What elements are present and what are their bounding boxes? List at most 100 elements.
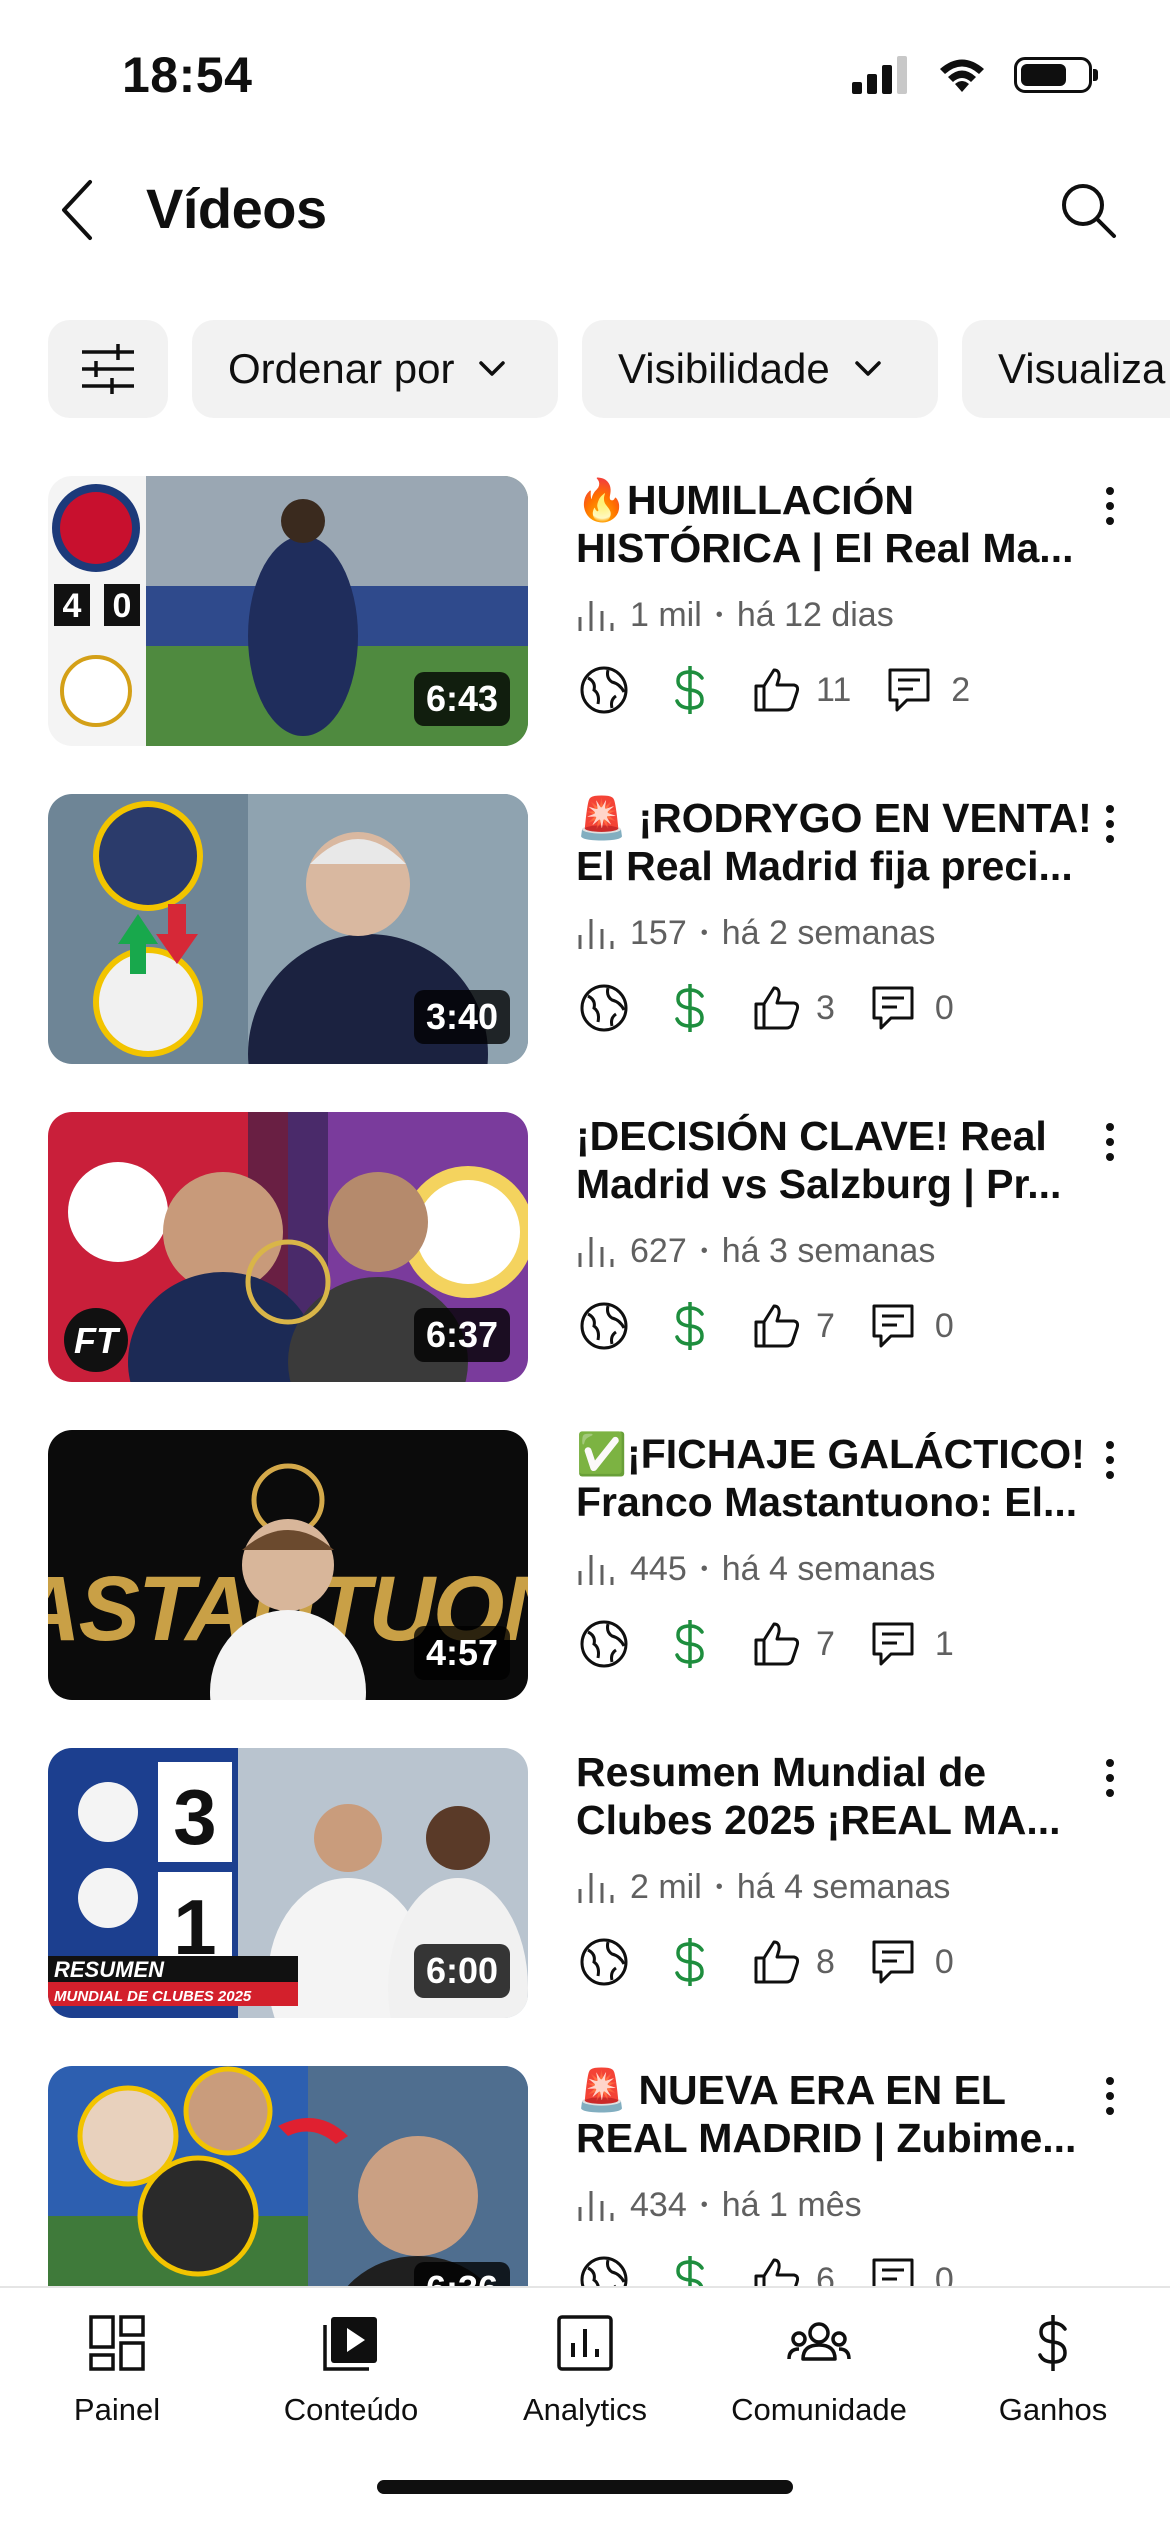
community-icon — [784, 2308, 854, 2378]
filter-settings-button[interactable] — [48, 320, 168, 418]
video-thumbnail[interactable]: 3 1 RESUMEN MUNDIAL DE CLUBES 2025 6:00 — [48, 1748, 528, 2018]
video-stats: 7 0 — [576, 1298, 1096, 1354]
monetization-icon — [662, 662, 718, 718]
video-thumbnail[interactable]: 4 0 6:43 — [48, 476, 528, 746]
globe-icon — [576, 662, 632, 718]
video-item[interactable]: 3:40 🚨 ¡RODRYGO EN VENTA! El Real Madrid… — [0, 794, 1170, 1112]
like-count: 7 — [816, 1306, 835, 1345]
comment-count: 0 — [934, 1942, 954, 1981]
video-title[interactable]: ✅¡FICHAJE GALÁCTICO! Franco Mastantuono:… — [576, 1430, 1096, 1526]
comment-count: 1 — [934, 1624, 954, 1663]
nav-item-comunidade[interactable]: Comunidade — [702, 2308, 936, 2428]
video-item[interactable]: MASTANTUONO 4:57 ✅¡FICHAJE GALÁCTICO! Fr… — [0, 1430, 1170, 1748]
comment-icon — [865, 980, 921, 1036]
globe-icon — [576, 1298, 632, 1354]
app-header: Vídeos — [0, 150, 1170, 270]
like-count: 11 — [816, 670, 852, 709]
more-options-button[interactable] — [1090, 1748, 1130, 1808]
like-count: 7 — [816, 1624, 835, 1663]
monetization-icon — [662, 1616, 718, 1672]
video-item[interactable]: FT 6:37 ¡DECISIÓN CLAVE! Real Madrid vs … — [0, 1112, 1170, 1430]
like-count: 6 — [816, 2260, 835, 2289]
video-duration: 3:40 — [413, 990, 510, 1044]
comment-icon — [865, 1298, 921, 1354]
more-vert-icon — [1106, 1759, 1114, 1797]
video-thumbnail[interactable]: 6:36 — [48, 2066, 528, 2288]
sliders-icon — [82, 344, 134, 394]
nav-label: Analytics — [522, 2392, 648, 2427]
video-title[interactable]: 🔥HUMILLACIÓN HISTÓRICA | El Real Ma... — [576, 476, 1096, 572]
views-filter-label: Visualiza — [998, 345, 1166, 392]
more-options-button[interactable] — [1090, 2066, 1130, 2126]
video-stats: 6 0 — [576, 2252, 1096, 2288]
video-item[interactable]: 4 0 6:43 🔥HUMILLACIÓN HISTÓRICA | El Rea… — [0, 476, 1170, 794]
visibility-chip[interactable]: Visibilidade — [582, 320, 938, 418]
video-meta: 157 • há 2 semanas — [576, 912, 1096, 954]
monetization-icon — [662, 980, 718, 1036]
video-info: ✅¡FICHAJE GALÁCTICO! Franco Mastantuono:… — [576, 1430, 1096, 1672]
video-views: 2 mil — [630, 1867, 702, 1906]
like-icon — [748, 662, 804, 718]
comment-count: 0 — [934, 2260, 954, 2289]
video-views: 157 — [630, 913, 687, 952]
comment-icon — [865, 1616, 921, 1672]
battery-level — [1021, 64, 1066, 86]
nav-item-ganhos[interactable]: Ganhos — [936, 2308, 1170, 2428]
video-duration: 6:00 — [413, 1944, 510, 1998]
comment-count: 0 — [934, 988, 954, 1027]
video-thumbnail[interactable]: FT 6:37 — [48, 1112, 528, 1382]
more-vert-icon — [1106, 487, 1114, 525]
like-count: 8 — [816, 1942, 835, 1981]
wifi-icon — [940, 59, 984, 92]
chevron-left-icon — [62, 180, 92, 240]
video-info: 🚨 ¡RODRYGO EN VENTA! El Real Madrid fija… — [576, 794, 1096, 1036]
more-options-button[interactable] — [1090, 794, 1130, 854]
visibility-label: Visibilidade — [618, 345, 830, 392]
comment-icon — [865, 2252, 921, 2288]
views-chip[interactable]: Visualiza — [962, 320, 1170, 418]
globe-icon — [576, 1934, 632, 1990]
video-title[interactable]: Resumen Mundial de Clubes 2025 ¡REAL MA.… — [576, 1748, 1096, 1844]
video-item[interactable]: 3 1 RESUMEN MUNDIAL DE CLUBES 2025 6:00 … — [0, 1748, 1170, 2066]
banner-bottom-text: MUNDIAL DE CLUBES 2025 — [54, 1988, 252, 2005]
video-title[interactable]: 🚨 NUEVA ERA EN EL REAL MADRID | Zubime..… — [576, 2066, 1096, 2162]
like-count: 3 — [816, 988, 835, 1027]
status-time: 18:54 — [122, 47, 253, 103]
nav-item-painel[interactable]: Painel — [0, 2308, 234, 2428]
video-meta: 627 • há 3 semanas — [576, 1230, 1096, 1272]
chevron-down-icon — [479, 361, 506, 376]
video-age: há 2 semanas — [721, 913, 936, 952]
video-title[interactable]: ¡DECISIÓN CLAVE! Real Madrid vs Salzburg… — [576, 1112, 1096, 1208]
video-thumbnail[interactable]: 3:40 — [48, 794, 528, 1064]
more-vert-icon — [1106, 805, 1114, 843]
video-stats: 11 2 — [576, 662, 1096, 718]
more-options-button[interactable] — [1090, 1112, 1130, 1172]
sort-by-label: Ordenar por — [228, 345, 455, 392]
video-title[interactable]: 🚨 ¡RODRYGO EN VENTA! El Real Madrid fija… — [576, 794, 1096, 890]
score-top-text: 3 — [173, 1773, 216, 1861]
dashboard-icon — [82, 2308, 152, 2378]
sort-by-chip[interactable]: Ordenar por — [192, 320, 558, 418]
video-info: Resumen Mundial de Clubes 2025 ¡REAL MA.… — [576, 1748, 1096, 1990]
comment-icon — [881, 662, 937, 718]
video-meta: 445 • há 4 semanas — [576, 1548, 1096, 1590]
globe-icon — [576, 980, 632, 1036]
meta-separator: • — [715, 603, 723, 626]
video-item[interactable]: 6:36 🚨 NUEVA ERA EN EL REAL MADRID | Zub… — [0, 2066, 1170, 2288]
home-indicator[interactable] — [377, 2480, 793, 2494]
nav-item-conteudo[interactable]: Conteúdo — [234, 2308, 468, 2428]
more-options-button[interactable] — [1090, 476, 1130, 536]
video-age: há 1 mês — [721, 2185, 862, 2224]
nav-label: Ganhos — [998, 2392, 1108, 2427]
more-options-button[interactable] — [1090, 1430, 1130, 1490]
nav-item-analytics[interactable]: Analytics — [468, 2308, 702, 2428]
video-list: 4 0 6:43 🔥HUMILLACIÓN HISTÓRICA | El Rea… — [0, 476, 1170, 2288]
video-thumbnail[interactable]: MASTANTUONO 4:57 — [48, 1430, 528, 1700]
search-button[interactable] — [1050, 172, 1126, 248]
nav-label: Painel — [73, 2392, 161, 2427]
status-icons — [852, 56, 1098, 94]
back-button[interactable] — [46, 172, 106, 248]
video-stats: 7 1 — [576, 1616, 1096, 1672]
monetization-icon — [662, 1934, 718, 1990]
video-age: há 4 semanas — [721, 1549, 936, 1588]
